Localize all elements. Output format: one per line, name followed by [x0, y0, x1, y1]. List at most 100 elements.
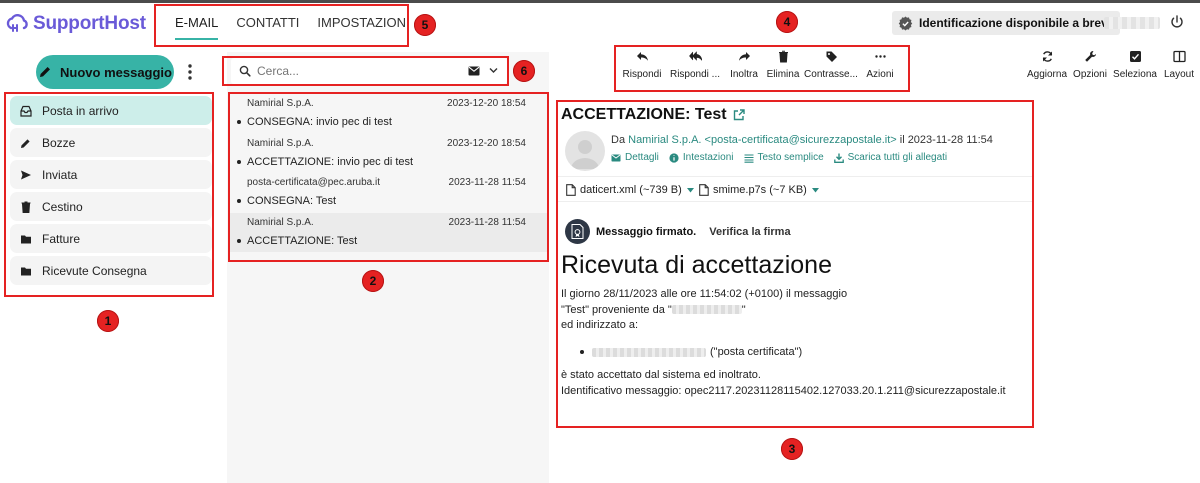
message-subject: CONSEGNA: Test: [247, 195, 337, 207]
headers-link[interactable]: Intestazioni: [669, 152, 734, 163]
annotation-number: 4: [776, 11, 798, 33]
envelope-icon[interactable]: [468, 66, 480, 76]
message-date: 2023-12-20 18:54: [447, 137, 526, 149]
message-title-text: ACCETTAZIONE: Test: [561, 106, 727, 123]
folder-inbox[interactable]: Posta in arrivo: [10, 96, 212, 125]
folder-trash[interactable]: Cestino: [10, 192, 212, 221]
unread-dot: [237, 238, 241, 243]
wrench-icon: [1084, 51, 1096, 62]
sender-link[interactable]: Namirial S.p.A. <posta-certificata@sicur…: [628, 134, 897, 146]
details-link[interactable]: Dettagli: [611, 152, 659, 163]
refresh-label: Aggiorna: [1026, 69, 1068, 80]
compose-label: Nuovo messaggio: [60, 64, 172, 80]
annotation-number: 1: [97, 310, 119, 332]
message-links: Dettagli Intestazioni Testo semplice Sca…: [611, 152, 957, 163]
annotation-number: 5: [414, 14, 436, 36]
message-row[interactable]: Namirial S.p.A. 2023-12-20 18:54 CONSEGN…: [230, 94, 548, 134]
tab-email[interactable]: E-MAIL: [175, 11, 219, 40]
folder-delivery-receipts[interactable]: Ricevute Consegna: [10, 256, 212, 285]
identity-notice[interactable]: Identificazione disponibile a breve: [892, 11, 1121, 35]
pencil-icon: [21, 138, 30, 148]
message-date: 2023-11-28 11:54: [448, 216, 526, 228]
reply-all-button[interactable]: Rispondi ...: [666, 50, 724, 80]
reply-label: Rispondi: [622, 69, 662, 80]
folder-icon: [21, 267, 31, 275]
layout-button[interactable]: Layout: [1159, 50, 1199, 80]
actions-button[interactable]: Azioni: [860, 50, 900, 80]
message-subject: CONSEGNA: invio pec di test: [247, 116, 392, 128]
more-vertical-icon[interactable]: [183, 62, 197, 82]
forward-icon: [738, 52, 750, 61]
folder-label: Fatture: [42, 231, 81, 246]
receipt-line: Il giorno 28/11/2023 alle ore 11:54:02 (…: [561, 288, 848, 300]
more-horizontal-icon: [874, 55, 886, 58]
folder-invoices[interactable]: Fatture: [10, 224, 212, 253]
reply-button[interactable]: Rispondi: [618, 50, 666, 80]
message-row[interactable]: Namirial S.p.A. 2023-12-20 18:54 ACCETTA…: [230, 134, 548, 174]
inbox-icon: [20, 105, 32, 117]
message-sender: Namirial S.p.A.: [247, 98, 314, 109]
folder-label: Inviata: [42, 167, 78, 182]
tab-contacts[interactable]: CONTATTI: [236, 11, 299, 40]
download-all-label: Scarica tutti gli allegati: [847, 152, 948, 163]
folder-list: Posta in arrivo Bozze Inviata Cestino Fa…: [8, 96, 214, 288]
trash-icon: [778, 50, 788, 63]
options-button[interactable]: Opzioni: [1069, 50, 1111, 80]
unread-dot: [237, 120, 241, 124]
forward-button[interactable]: Inoltra: [724, 50, 764, 80]
annotation-number: 2: [362, 270, 384, 292]
receipt-line: ed indirizzato a:: [561, 319, 639, 331]
plain-text-link[interactable]: Testo semplice: [744, 152, 824, 163]
message-date: 2023-11-28 11:54: [448, 177, 526, 188]
mark-label: Contrasse...: [804, 69, 858, 80]
receipt-heading: Ricevuta di accettazione: [561, 251, 832, 279]
brand-name: SupportHost: [33, 13, 146, 34]
checkbox-icon: [1129, 51, 1141, 62]
compose-button[interactable]: Nuovo messaggio: [36, 55, 174, 89]
message-meta: Da Namirial S.p.A. <posta-certificata@si…: [611, 134, 993, 146]
tab-settings[interactable]: IMPOSTAZIONI: [317, 11, 409, 40]
refresh-button[interactable]: Aggiorna: [1025, 50, 1069, 80]
logout-power-icon[interactable]: [1169, 14, 1185, 30]
attachment-name: smime.p7s (~7 KB): [713, 184, 807, 196]
file-icon: [699, 184, 709, 196]
recipient-item: ("posta certificata"): [580, 346, 802, 358]
delete-button[interactable]: Elimina: [764, 50, 802, 80]
delete-label: Elimina: [766, 69, 800, 80]
select-button[interactable]: Seleziona: [1111, 50, 1159, 80]
folder-label: Posta in arrivo: [42, 103, 119, 118]
avatar: [565, 131, 605, 171]
receipt-line: "Test" proveniente da " ": [561, 303, 847, 319]
attachment-name: daticert.xml (~739 B): [580, 184, 682, 196]
attachment-smime[interactable]: smime.p7s (~7 KB): [699, 184, 819, 196]
folder-label: Bozze: [42, 135, 76, 150]
external-link-icon[interactable]: [733, 109, 745, 121]
signed-label: Messaggio firmato.: [596, 225, 697, 238]
annotation-number: 3: [781, 438, 803, 460]
chevron-down-icon[interactable]: [489, 67, 498, 74]
layout-label: Layout: [1163, 69, 1195, 80]
annotation-number: 6: [513, 60, 535, 82]
attachment-list: daticert.xml (~739 B) smime.p7s (~7 KB): [558, 176, 1032, 202]
receipt-text: "Test" proveniente da ": [561, 303, 672, 316]
verify-signature-link[interactable]: Verifica la firma: [709, 226, 790, 238]
search-input[interactable]: [257, 64, 457, 78]
receipt-line: è stato accettato dal sistema ed inoltra…: [561, 369, 761, 381]
message-row[interactable]: posta-certificata@pec.aruba.it 2023-11-2…: [230, 173, 548, 213]
unread-dot: [237, 199, 241, 203]
top-bar: SupportHost E-MAIL CONTATTI IMPOSTAZIONI…: [0, 0, 1200, 40]
folder-sent[interactable]: Inviata: [10, 160, 212, 189]
folder-label: Ricevute Consegna: [42, 263, 147, 278]
logo[interactable]: SupportHost: [5, 12, 146, 36]
mark-button[interactable]: Contrasse...: [802, 50, 860, 80]
actions-label: Azioni: [866, 69, 894, 80]
identity-notice-text: Identificazione disponibile a breve: [919, 16, 1115, 30]
folder-drafts[interactable]: Bozze: [10, 128, 212, 157]
message-row[interactable]: Namirial S.p.A. 2023-11-28 11:54 ACCETTA…: [230, 212, 548, 252]
caret-down-icon: [811, 187, 819, 192]
download-all-link[interactable]: Scarica tutti gli allegati: [833, 152, 948, 163]
select-label: Seleziona: [1113, 69, 1157, 80]
message-datetime: il 2023-11-28 11:54: [899, 134, 993, 146]
refresh-icon: [1042, 51, 1052, 62]
attachment-daticert[interactable]: daticert.xml (~739 B): [566, 184, 694, 196]
